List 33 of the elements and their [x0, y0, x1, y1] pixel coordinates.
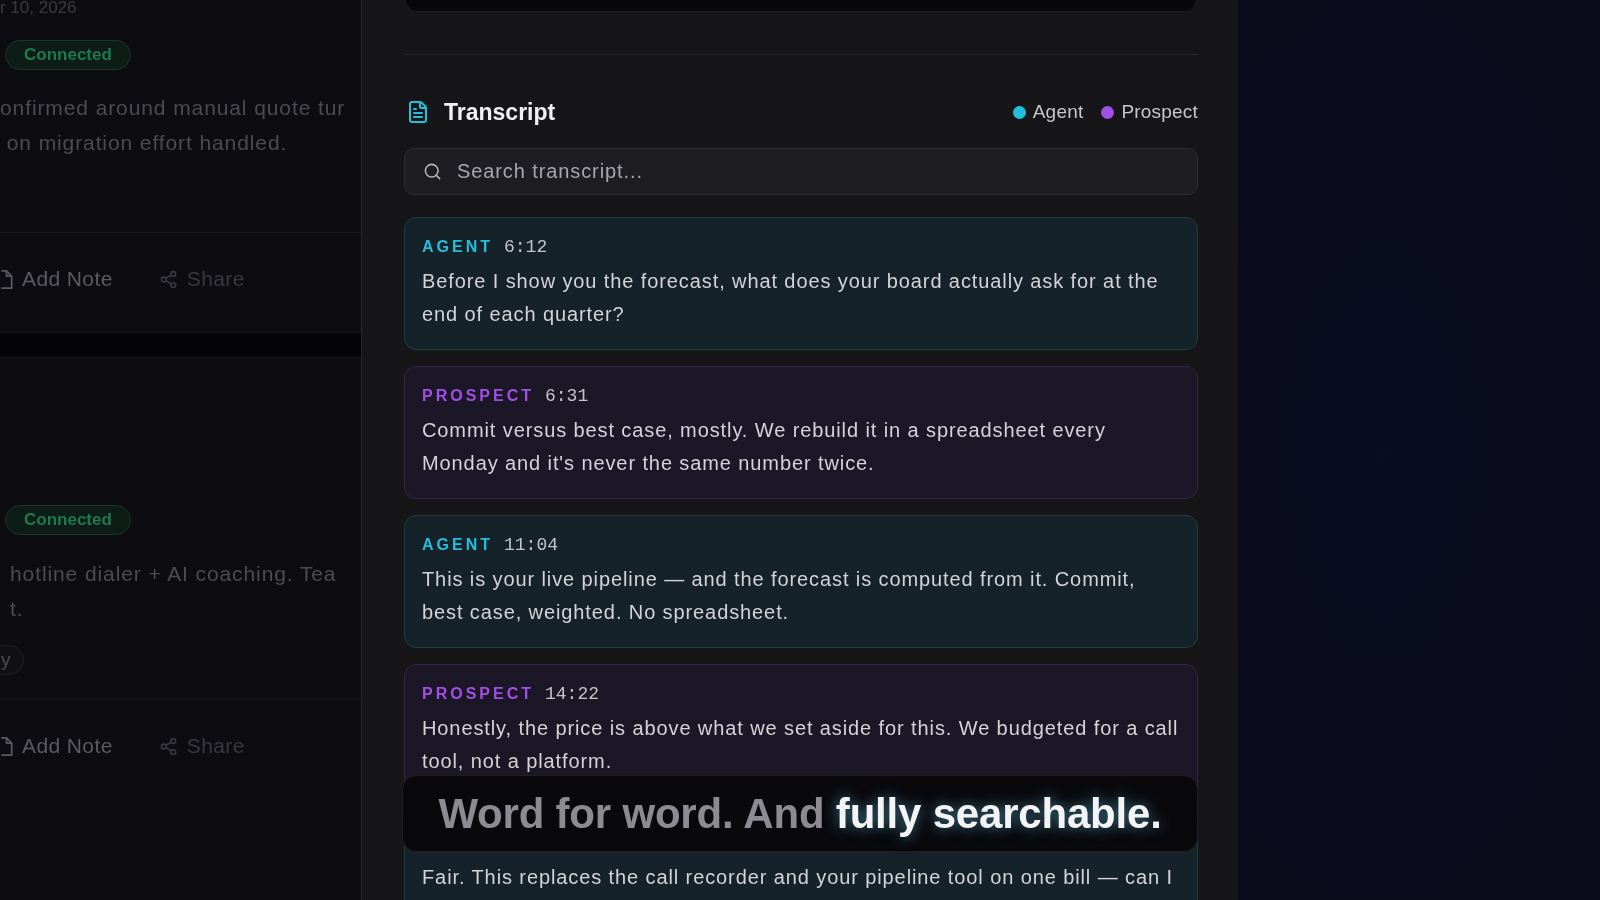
- add-note-button[interactable]: Add Note: [0, 267, 113, 291]
- add-note-button[interactable]: Add Note: [0, 734, 113, 758]
- message-text: Commit versus best case, mostly. We rebuild it in a spreadsheet every Monday and it's never the same number twice.: [422, 418, 1107, 476]
- status-badge: Connected: [5, 505, 131, 535]
- tag-chip: y: [0, 645, 24, 675]
- timestamp: 6:31: [545, 386, 589, 406]
- file-icon: [0, 269, 13, 289]
- search-field[interactable]: Search transcript...: [404, 148, 1198, 195]
- legend-label: Prospect: [1121, 101, 1198, 123]
- message-text: This is your live pipeline — and the forecast is computed from it. Commit, best case, weighted. No spreadsheet.: [422, 567, 1137, 625]
- speaker-label: AGENT: [422, 536, 493, 554]
- speaker-label: PROSPECT: [422, 387, 534, 405]
- message-text: Fair. This replaces the call recorder and your pipeline tool on one bill — can I: [422, 865, 1174, 890]
- summary-text: onfirmed around manual quote tur: [0, 95, 347, 121]
- file-icon: [0, 736, 13, 756]
- legend-label: Agent: [1032, 101, 1084, 123]
- status-badge: Connected: [5, 40, 131, 70]
- timestamp: 14:22: [545, 684, 600, 704]
- summary-text: hotline dialer + AI coaching. Tea: [10, 561, 338, 587]
- summary-text: on migration effort handled.: [5, 130, 289, 156]
- message-text: Honestly, the price is above what we set aside for this. We budgeted for a call tool, not a platform.: [422, 716, 1180, 774]
- summary-text: t.: [10, 596, 25, 622]
- timestamp: 11:04: [504, 535, 558, 555]
- share-icon: [158, 269, 178, 289]
- share-icon: [158, 736, 178, 756]
- caption-text: Word for word. And fully searchable.: [438, 789, 1162, 838]
- panel-title: Transcript: [444, 98, 556, 126]
- speaker-label: AGENT: [422, 238, 493, 256]
- message-text: Before I show you the forecast, what does your board actually ask for at the end of each quarter?: [422, 269, 1160, 327]
- search-icon: [423, 162, 442, 181]
- document-icon: [406, 100, 430, 124]
- timestamp: 6:12: [504, 237, 548, 257]
- speaker-label: PROSPECT: [422, 685, 534, 703]
